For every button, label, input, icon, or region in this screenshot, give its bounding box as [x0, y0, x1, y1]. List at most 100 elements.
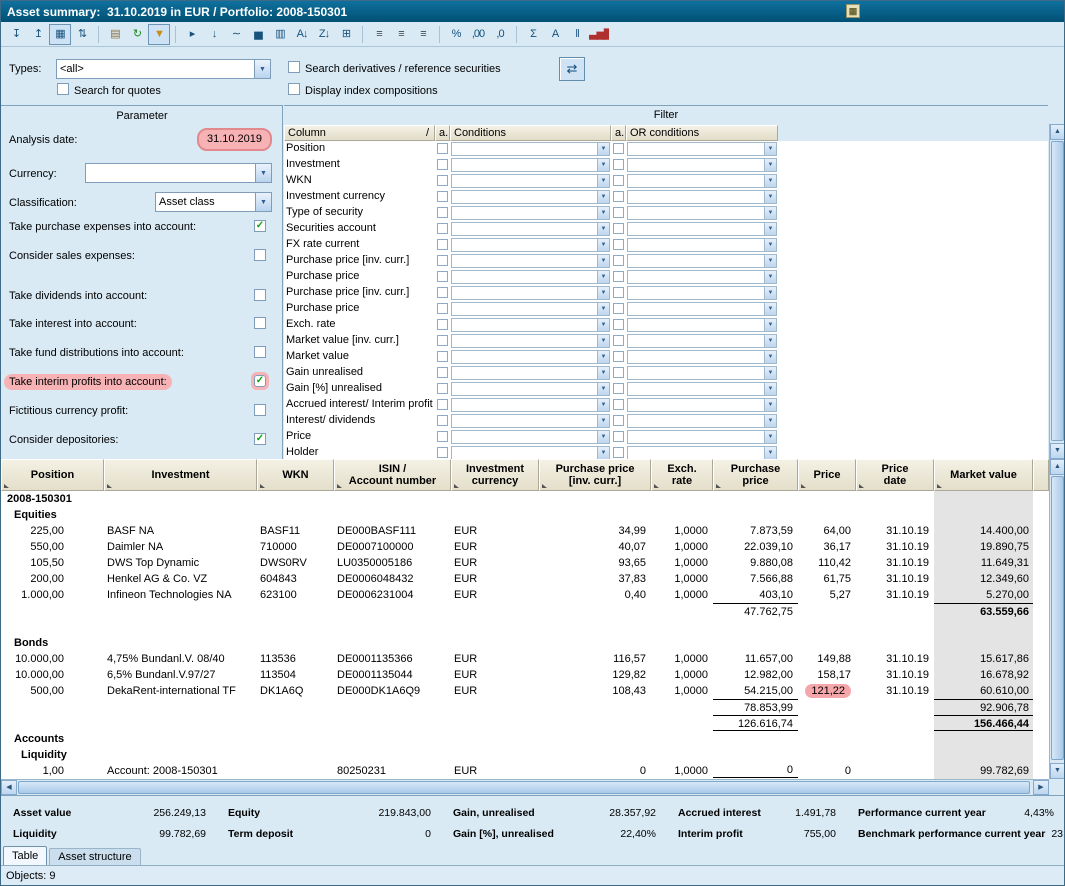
or-and-checkbox[interactable]: [613, 431, 624, 442]
chevron-down-icon[interactable]: ▼: [597, 271, 609, 283]
chevron-down-icon[interactable]: ▼: [764, 223, 776, 235]
consider-depositories-checkbox[interactable]: [254, 433, 266, 445]
chevron-down-icon[interactable]: ▼: [764, 159, 776, 171]
chevron-down-icon[interactable]: ▼: [597, 143, 609, 155]
or-conditions-select[interactable]: ▼: [627, 302, 777, 316]
chevron-down-icon[interactable]: ▼: [764, 271, 776, 283]
column-header-market-value[interactable]: Market value: [934, 459, 1033, 491]
chevron-down-icon[interactable]: ▼: [764, 175, 776, 187]
chevron-down-icon[interactable]: ▼: [597, 287, 609, 299]
column-header-price[interactable]: Price: [798, 459, 856, 491]
add-decimal-icon[interactable]: ,00: [467, 24, 489, 45]
chevron-down-icon[interactable]: ▼: [597, 223, 609, 235]
scroll-up-icon[interactable]: ▲: [1050, 124, 1065, 140]
and-checkbox[interactable]: [437, 239, 448, 250]
or-and-checkbox[interactable]: [613, 319, 624, 330]
chevron-down-icon[interactable]: ▼: [764, 191, 776, 203]
or-conditions-select[interactable]: ▼: [627, 430, 777, 444]
sort-desc-icon[interactable]: Z↓: [313, 24, 335, 45]
conditions-select[interactable]: ▼: [451, 430, 610, 444]
or-and-checkbox[interactable]: [613, 239, 624, 250]
chevron-down-icon[interactable]: ▼: [764, 447, 776, 459]
align-left-icon[interactable]: ≡: [368, 24, 390, 45]
chevron-down-icon[interactable]: ▼: [764, 383, 776, 395]
import-icon[interactable]: ↥: [27, 24, 49, 45]
and-checkbox[interactable]: [437, 431, 448, 442]
chevron-down-icon[interactable]: ▼: [255, 193, 271, 211]
chevron-down-icon[interactable]: ▼: [764, 431, 776, 443]
table-row[interactable]: 105,50DWS Top DynamicDWS0RVLU0350005186E…: [1, 555, 1049, 571]
or-and-checkbox[interactable]: [613, 175, 624, 186]
take-fund-distributions-into-account-checkbox[interactable]: [254, 346, 266, 358]
conditions-select[interactable]: ▼: [451, 222, 610, 236]
take-purchase-expenses-into-account-checkbox[interactable]: [254, 220, 266, 232]
and-checkbox[interactable]: [437, 415, 448, 426]
scroll-right-icon[interactable]: ▶: [1033, 780, 1049, 795]
table-columns-icon[interactable]: ▥: [269, 24, 291, 45]
conditions-select[interactable]: ▼: [451, 446, 610, 459]
or-and-checkbox[interactable]: [613, 367, 624, 378]
scaling-icon[interactable]: ⇅: [71, 24, 93, 45]
or-and-checkbox[interactable]: [613, 191, 624, 202]
conditions-select[interactable]: ▼: [451, 158, 610, 172]
chevron-down-icon[interactable]: ▼: [255, 164, 271, 182]
and-checkbox[interactable]: [437, 287, 448, 298]
and-checkbox[interactable]: [437, 255, 448, 266]
and-checkbox[interactable]: [437, 175, 448, 186]
and-checkbox[interactable]: [437, 143, 448, 154]
or-and-checkbox[interactable]: [613, 351, 624, 362]
and-checkbox[interactable]: [437, 399, 448, 410]
take-dividends-into-account-checkbox[interactable]: [254, 289, 266, 301]
chevron-down-icon[interactable]: ▼: [764, 255, 776, 267]
or-conditions-select[interactable]: ▼: [627, 206, 777, 220]
conditions-select[interactable]: ▼: [451, 366, 610, 380]
conditions-select[interactable]: ▼: [451, 350, 610, 364]
or-and-checkbox[interactable]: [613, 287, 624, 298]
and-checkbox[interactable]: [437, 335, 448, 346]
chevron-down-icon[interactable]: ▼: [764, 351, 776, 363]
search-quotes-checkbox[interactable]: [57, 83, 69, 95]
column-header-investment[interactable]: Investment: [104, 459, 257, 491]
filter-header-or-conditions[interactable]: OR conditions: [626, 125, 778, 141]
conditions-select[interactable]: ▼: [451, 382, 610, 396]
and-checkbox[interactable]: [437, 207, 448, 218]
or-conditions-select[interactable]: ▼: [627, 190, 777, 204]
conditions-select[interactable]: ▼: [451, 254, 610, 268]
tab-asset-structure[interactable]: Asset structure: [49, 848, 140, 865]
split-view-icon[interactable]: ‖: [566, 24, 588, 45]
chevron-down-icon[interactable]: ▼: [764, 415, 776, 427]
table-row[interactable]: 200,00Henkel AG & Co. VZ604843DE00060484…: [1, 571, 1049, 587]
currency-select[interactable]: ▼: [85, 163, 272, 183]
conditions-select[interactable]: ▼: [451, 270, 610, 284]
display-index-checkbox[interactable]: [288, 83, 300, 95]
bar-chart-icon[interactable]: ▅: [247, 24, 269, 45]
types-select[interactable]: <all> ▼: [56, 59, 271, 79]
chevron-down-icon[interactable]: ▼: [597, 447, 609, 459]
refresh-icon[interactable]: ↻: [126, 24, 148, 45]
export-icon[interactable]: ↧: [5, 24, 27, 45]
or-conditions-select[interactable]: ▼: [627, 334, 777, 348]
chevron-down-icon[interactable]: ▼: [597, 175, 609, 187]
column-header-purchase-price[interactable]: Purchase price: [713, 459, 798, 491]
or-conditions-select[interactable]: ▼: [627, 254, 777, 268]
chevron-down-icon[interactable]: ▼: [764, 335, 776, 347]
chevron-down-icon[interactable]: ▼: [597, 399, 609, 411]
chevron-down-icon[interactable]: ▼: [597, 255, 609, 267]
or-conditions-select[interactable]: ▼: [627, 222, 777, 236]
align-right-icon[interactable]: ≡: [412, 24, 434, 45]
chevron-down-icon[interactable]: ▼: [597, 303, 609, 315]
sort-asc-icon[interactable]: A↓: [291, 24, 313, 45]
chevron-down-icon[interactable]: ▼: [254, 60, 270, 78]
conditions-select[interactable]: ▼: [451, 238, 610, 252]
or-and-checkbox[interactable]: [613, 143, 624, 154]
or-conditions-select[interactable]: ▼: [627, 350, 777, 364]
or-and-checkbox[interactable]: [613, 159, 624, 170]
font-icon[interactable]: A: [544, 24, 566, 45]
chevron-down-icon[interactable]: ▼: [597, 191, 609, 203]
chevron-down-icon[interactable]: ▼: [597, 159, 609, 171]
column-header-purchase-price-inv-curr[interactable]: Purchase price [inv. curr.]: [539, 459, 651, 491]
or-conditions-select[interactable]: ▼: [627, 398, 777, 412]
filter-header-column[interactable]: Column/: [284, 125, 435, 141]
analysis-date-field[interactable]: 31.10.2019: [197, 128, 272, 151]
consider-sales-expenses-checkbox[interactable]: [254, 249, 266, 261]
